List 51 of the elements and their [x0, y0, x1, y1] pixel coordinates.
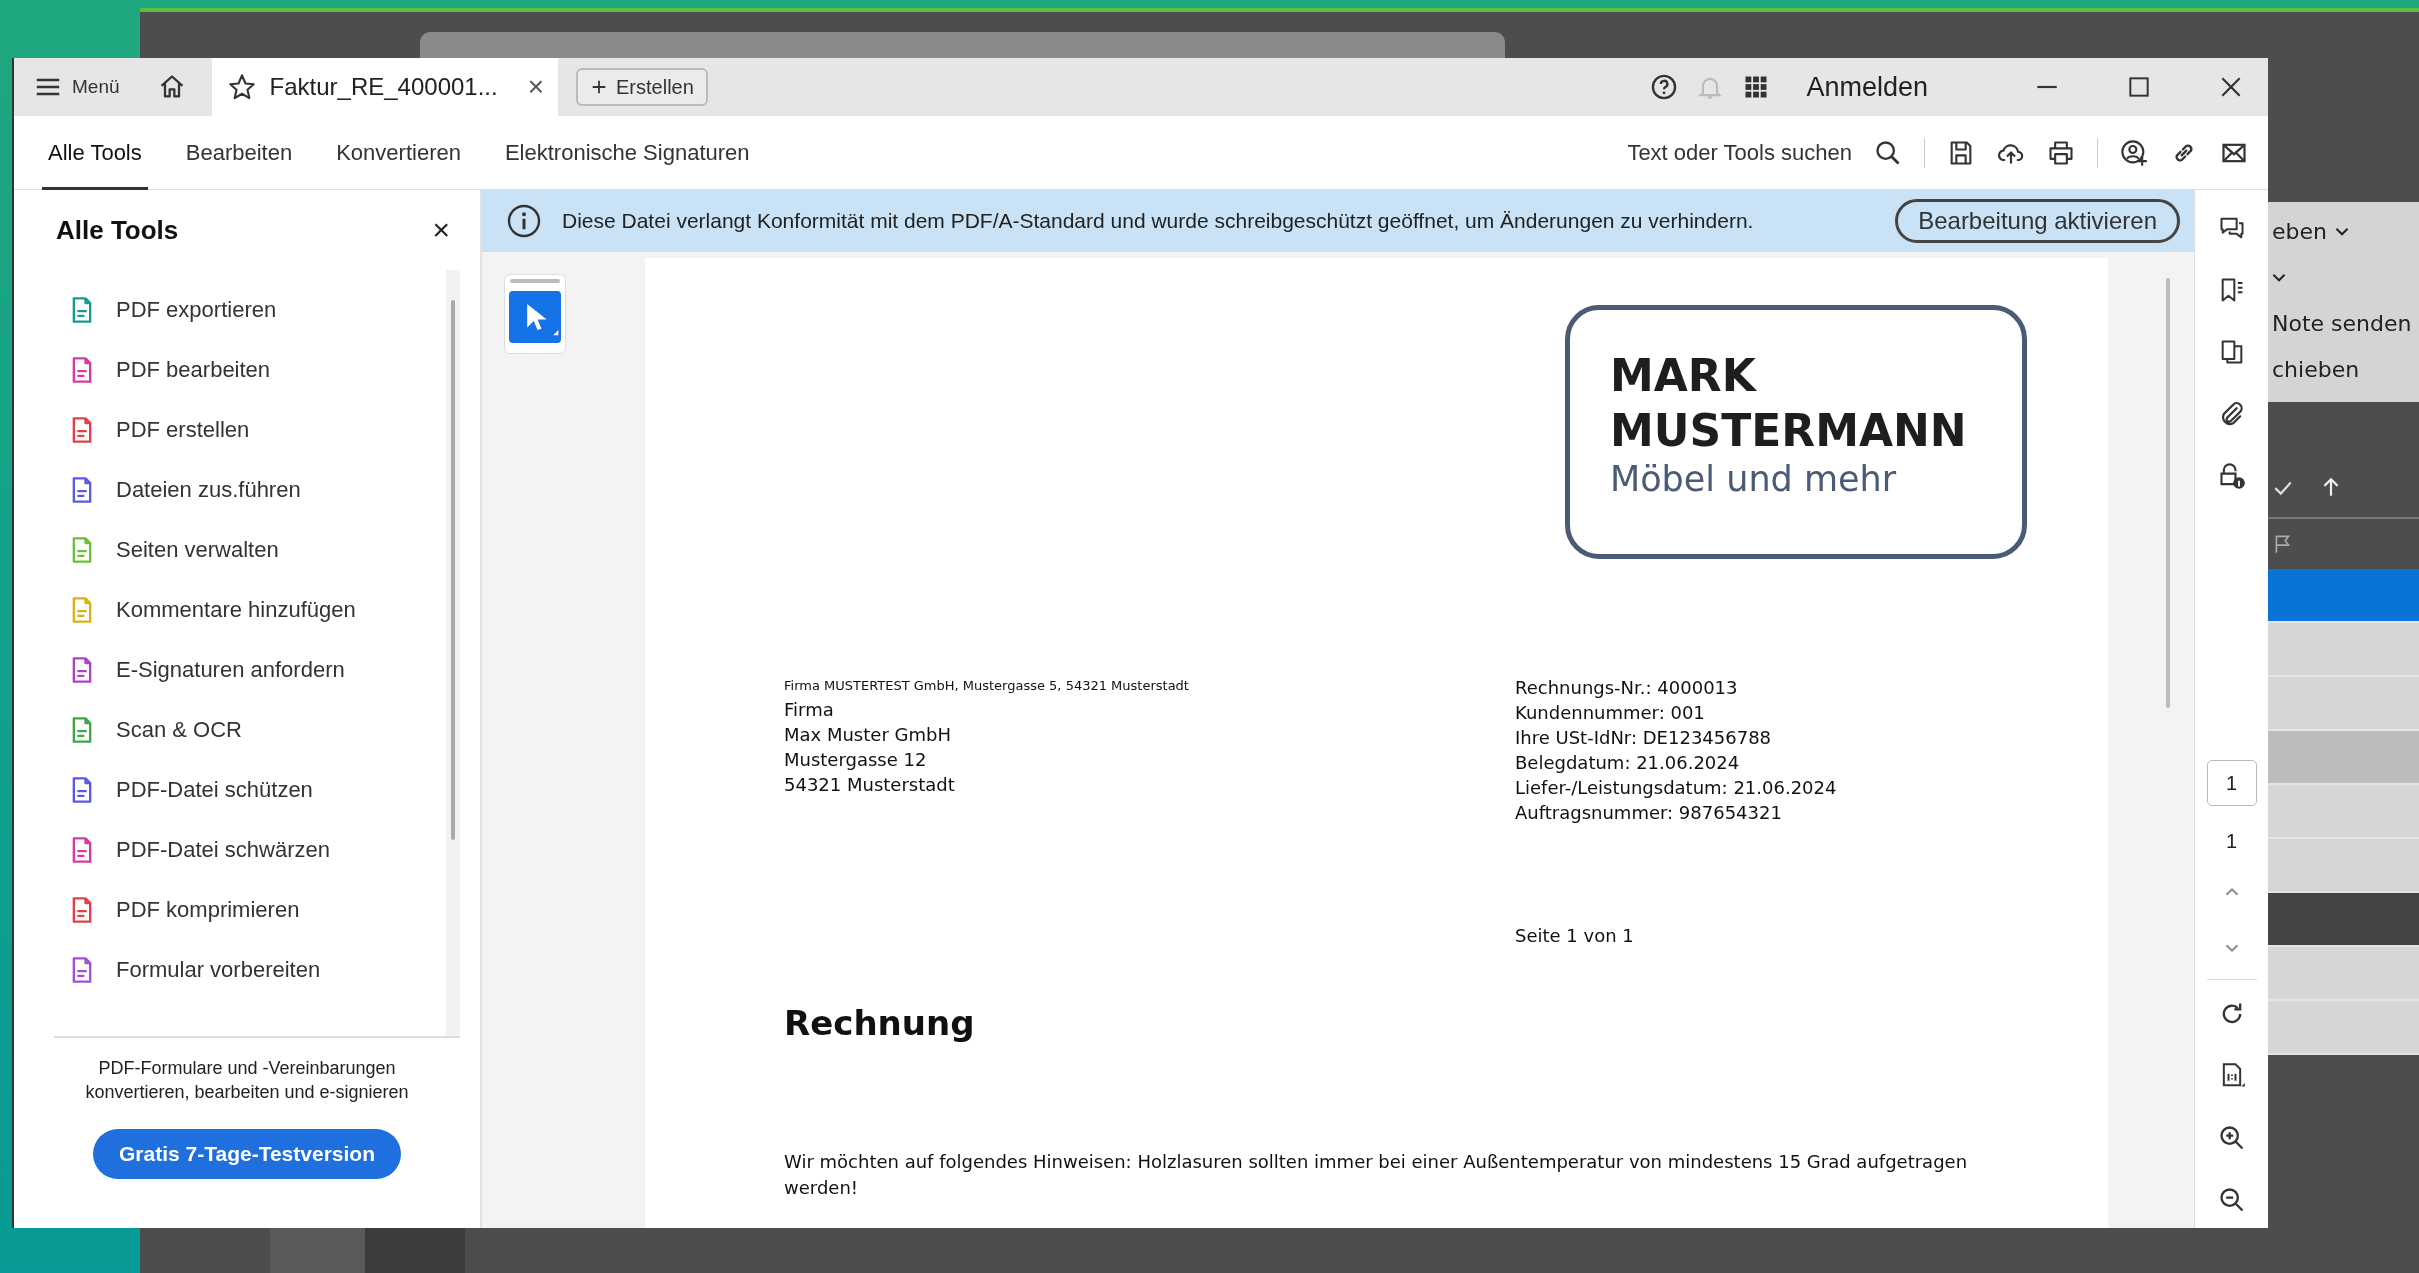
trial-button[interactable]: Gratis 7-Tage-Testversion	[93, 1128, 401, 1179]
address-line: Firma	[784, 698, 835, 722]
tool-item[interactable]: Formular vorbereiten	[54, 940, 446, 1000]
menu-item[interactable]: eben	[2272, 218, 2327, 244]
sign-in-link[interactable]: Anmelden	[1806, 71, 1928, 103]
close-sidebar-button[interactable]: ×	[432, 213, 450, 247]
toolbar-tab[interactable]: Bearbeiten	[179, 115, 299, 190]
tool-item[interactable]: PDF komprimieren	[54, 880, 446, 940]
toolbar-tab[interactable]: Elektronische Signaturen	[498, 115, 756, 190]
address-line: Max Muster GmbH	[784, 723, 952, 747]
sender-line: Firma MUSTERTEST GmbH, Mustergasse 5, 54321 Musterstadt	[784, 677, 1190, 695]
address-line: Mustergasse 12	[784, 748, 928, 772]
tool-item[interactable]: Scan & OCR	[54, 700, 446, 760]
logo-text: MARK	[1610, 349, 1758, 403]
invoice-detail: Liefer-/Leistungsdatum: 21.06.2024	[1515, 776, 1838, 800]
logo-text: MUSTERMANN	[1610, 404, 1968, 458]
invoice-note: Wir möchten auf folgendes Hinweisen: Holzlasuren sollten immer bei einer Außentemperatur von mindestens 15 Grad aufgetragen werden!	[784, 1150, 1969, 1200]
invoice-detail: Ihre USt-IdNr: DE123456788	[1515, 726, 1773, 750]
tool-item[interactable]: PDF bearbeiten	[54, 340, 446, 400]
promo-text: PDF-Formulare und -Vereinbarungen konvertieren, bearbeiten und e-signieren	[84, 1057, 410, 1105]
sidebar-title: Alle Tools	[56, 214, 179, 246]
invoice-detail: Rechnungs-Nr.: 4000013	[1515, 676, 1739, 700]
tool-item[interactable]: PDF exportieren	[54, 280, 446, 340]
toolbar-tab[interactable]: Konvertieren	[330, 115, 467, 190]
close-tab-button[interactable]: ×	[527, 71, 545, 103]
menu-item[interactable]: Note senden	[2272, 310, 2412, 336]
tool-item[interactable]: Seiten verwalten	[54, 520, 446, 580]
invoice-heading: Rechnung	[784, 1003, 976, 1043]
tab-title[interactable]: Faktur_RE_400001...	[269, 73, 498, 101]
menu-button[interactable]: Menü	[14, 58, 140, 116]
address-line: 54321 Musterstadt	[784, 773, 956, 797]
search-label[interactable]: Text oder Tools suchen	[1627, 139, 1852, 166]
enable-editing-button[interactable]: Bearbeitung aktivieren	[1895, 199, 2180, 243]
invoice-detail: Kundennummer: 001	[1515, 701, 1706, 725]
invoice-detail: Auftragsnummer: 987654321	[1515, 801, 1783, 825]
tool-item[interactable]: PDF-Datei schwärzen	[54, 820, 446, 880]
banner-message: Diese Datei verlangt Konformität mit dem PDF/A-Standard und wurde schreibgeschützt geöffnet, um Änderungen zu verhindern.	[562, 208, 1755, 234]
logo-tagline: Möbel und mehr	[1610, 458, 1898, 500]
tool-item[interactable]: PDF-Datei schützen	[54, 760, 446, 820]
tool-item[interactable]: Kommentare hinzufügen	[54, 580, 446, 640]
toolbar-tab[interactable]: Alle Tools	[42, 115, 148, 190]
page-number-field[interactable]: 1	[2206, 760, 2257, 806]
tool-item[interactable]: Dateien zus.führen	[54, 460, 446, 520]
tool-item[interactable]: E-Signaturen anfordern	[54, 640, 446, 700]
menu-item[interactable]: chieben	[2272, 356, 2360, 382]
create-button[interactable]: Erstellen	[576, 68, 708, 106]
page-label: Seite 1 von 1	[1515, 924, 1635, 948]
invoice-detail: Belegdatum: 21.06.2024	[1515, 751, 1741, 775]
document-tab[interactable]: Faktur_RE_400001... ×	[211, 58, 559, 116]
tool-item[interactable]: PDF erstellen	[54, 400, 446, 460]
page-count: 1	[2225, 830, 2238, 853]
